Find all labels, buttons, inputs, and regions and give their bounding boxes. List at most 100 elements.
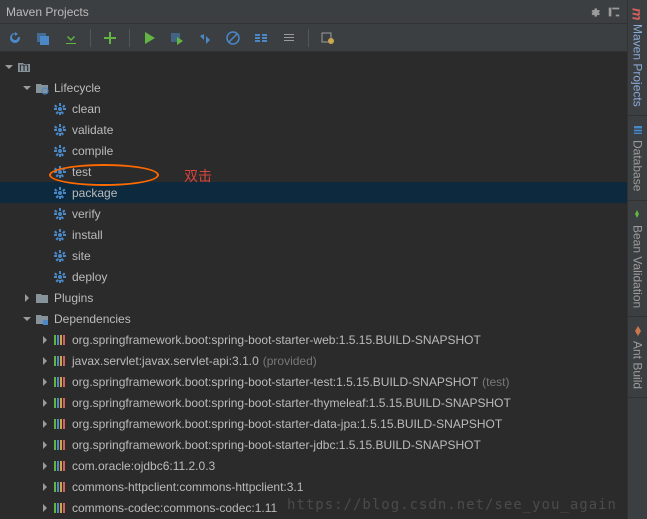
lifecycle-goal-test[interactable]: test xyxy=(0,161,627,182)
side-tab-icon xyxy=(631,209,645,221)
svg-text:m: m xyxy=(19,60,29,74)
lifecycle-goal-validate[interactable]: validate xyxy=(0,119,627,140)
node-icon xyxy=(52,395,68,411)
lifecycle-goal-clean[interactable]: clean xyxy=(0,98,627,119)
node-icon: m xyxy=(16,59,32,75)
chevron-icon xyxy=(38,186,52,200)
chevron-icon xyxy=(38,123,52,137)
chevron-icon xyxy=(38,207,52,221)
node-label: com.oracle:ojdbc6:11.2.0.3 xyxy=(72,459,215,473)
lifecycle-goal-deploy[interactable]: deploy xyxy=(0,266,627,287)
chevron-icon xyxy=(38,144,52,158)
node-label: org.springframework.boot:spring-boot-sta… xyxy=(72,417,502,431)
lifecycle-goal-verify[interactable]: verify xyxy=(0,203,627,224)
node-icon xyxy=(52,500,68,516)
generate-sources-button[interactable] xyxy=(32,27,54,49)
node-label: org.springframework.boot:spring-boot-sta… xyxy=(72,375,478,389)
lifecycle-node[interactable]: Lifecycle xyxy=(0,77,627,98)
side-tab-label: Maven Projects xyxy=(631,24,645,107)
node-label: org.springframework.boot:spring-boot-sta… xyxy=(72,396,511,410)
chevron-icon xyxy=(38,249,52,263)
node-label: deploy xyxy=(72,270,107,284)
project-root[interactable]: m xyxy=(0,56,627,77)
lifecycle-goal-compile[interactable]: compile xyxy=(0,140,627,161)
node-label: site xyxy=(72,249,91,263)
dependency-item[interactable]: org.springframework.boot:spring-boot-sta… xyxy=(0,329,627,350)
chevron-icon xyxy=(38,417,52,431)
download-button[interactable] xyxy=(60,27,82,49)
chevron-icon xyxy=(38,165,52,179)
node-label: test xyxy=(72,165,91,179)
side-tab-icon: m xyxy=(630,8,646,20)
chevron-icon xyxy=(2,60,16,74)
collapse-all-button[interactable] xyxy=(278,27,300,49)
node-label: Dependencies xyxy=(54,312,131,326)
node-icon xyxy=(52,248,68,264)
node-icon xyxy=(52,332,68,348)
execute-button[interactable] xyxy=(166,27,188,49)
hide-icon[interactable] xyxy=(607,5,621,19)
plugins-node[interactable]: Plugins xyxy=(0,287,627,308)
node-label: Lifecycle xyxy=(54,81,101,95)
lifecycle-goal-site[interactable]: site xyxy=(0,245,627,266)
node-label: org.springframework.boot:spring-boot-sta… xyxy=(72,333,481,347)
lifecycle-goal-package[interactable]: package xyxy=(0,182,627,203)
panel-title: Maven Projects xyxy=(6,5,89,19)
node-hint: (provided) xyxy=(263,354,317,368)
side-tab-label: Ant Build xyxy=(631,341,645,389)
dependencies-node[interactable]: Dependencies xyxy=(0,308,627,329)
chevron-icon xyxy=(20,81,34,95)
dependency-item[interactable]: org.springframework.boot:spring-boot-sta… xyxy=(0,413,627,434)
chevron-icon xyxy=(38,270,52,284)
chevron-icon xyxy=(38,102,52,116)
chevron-icon xyxy=(38,375,52,389)
show-deps-button[interactable] xyxy=(250,27,272,49)
gear-icon[interactable] xyxy=(587,5,601,19)
add-button[interactable] xyxy=(99,27,121,49)
toggle-offline-button[interactable] xyxy=(194,27,216,49)
panel-header: Maven Projects xyxy=(0,0,627,24)
node-hint: (test) xyxy=(482,375,509,389)
node-icon xyxy=(52,206,68,222)
dependency-item[interactable]: org.springframework.boot:spring-boot-sta… xyxy=(0,392,627,413)
side-tab-bean-validation[interactable]: Bean Validation xyxy=(628,201,647,317)
run-button[interactable] xyxy=(138,27,160,49)
side-tab-label: Database xyxy=(631,140,645,191)
node-label: verify xyxy=(72,207,101,221)
dependency-item[interactable]: com.oracle:ojdbc6:11.2.0.3 xyxy=(0,455,627,476)
dependency-item[interactable]: commons-httpclient:commons-httpclient:3.… xyxy=(0,476,627,497)
side-tab-label: Bean Validation xyxy=(631,225,645,308)
reimport-button[interactable] xyxy=(4,27,26,49)
node-icon xyxy=(52,164,68,180)
node-label: package xyxy=(72,186,117,200)
dependency-item[interactable]: org.springframework.boot:spring-boot-sta… xyxy=(0,371,627,392)
chevron-icon xyxy=(38,354,52,368)
side-tab-maven-projects[interactable]: m Maven Projects xyxy=(628,0,647,116)
side-tab-ant-build[interactable]: Ant Build xyxy=(628,317,647,398)
node-label: install xyxy=(72,228,103,242)
skip-tests-button[interactable] xyxy=(222,27,244,49)
side-tab-icon xyxy=(631,325,645,337)
node-icon xyxy=(34,80,50,96)
node-icon xyxy=(52,227,68,243)
right-sidebar: m Maven Projects Database Bean Validation An… xyxy=(627,0,647,519)
dependency-item[interactable]: javax.servlet:javax.servlet-api:3.1.0 (pr… xyxy=(0,350,627,371)
node-label: javax.servlet:javax.servlet-api:3.1.0 xyxy=(72,354,259,368)
dependency-item[interactable]: commons-codec:commons-codec:1.11 xyxy=(0,497,627,518)
chevron-icon xyxy=(38,438,52,452)
node-label: clean xyxy=(72,102,101,116)
toolbar xyxy=(0,24,627,52)
node-icon xyxy=(52,416,68,432)
chevron-icon xyxy=(38,480,52,494)
chevron-icon xyxy=(20,291,34,305)
chevron-icon xyxy=(38,501,52,515)
node-label: validate xyxy=(72,123,113,137)
project-tree: m Lifecycle clean validate compile test packag… xyxy=(0,52,627,519)
separator xyxy=(308,29,309,47)
lifecycle-goal-install[interactable]: install xyxy=(0,224,627,245)
chevron-icon xyxy=(38,396,52,410)
separator xyxy=(129,29,130,47)
side-tab-database[interactable]: Database xyxy=(628,116,647,200)
settings-button[interactable] xyxy=(317,27,339,49)
dependency-item[interactable]: org.springframework.boot:spring-boot-sta… xyxy=(0,434,627,455)
